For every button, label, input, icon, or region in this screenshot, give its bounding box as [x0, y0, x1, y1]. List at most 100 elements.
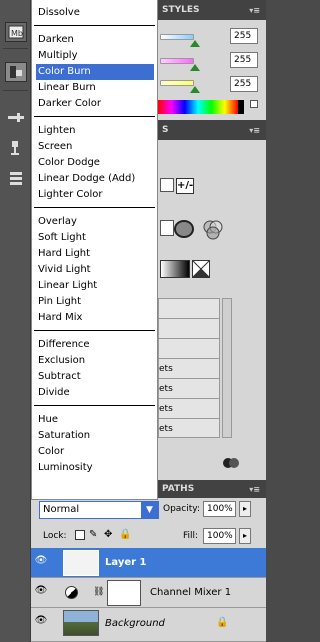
layer-name[interactable]: Layer 1: [105, 557, 146, 568]
styles-tab[interactable]: STYLES: [162, 5, 200, 15]
blend-mode-option[interactable]: Hard Light: [38, 246, 90, 262]
chevron-down-icon[interactable]: ▼: [141, 502, 158, 518]
blend-mode-separator: [34, 25, 155, 26]
blend-mode-option[interactable]: Exclusion: [38, 353, 85, 369]
clip-icon[interactable]: [222, 456, 242, 470]
blend-mode-option[interactable]: Screen: [38, 139, 72, 155]
mini-bridge-icon[interactable]: Mb: [5, 22, 27, 42]
layer-name[interactable]: Channel Mixer 1: [150, 587, 231, 598]
blend-mode-option[interactable]: Linear Burn: [38, 80, 96, 96]
lock-pixels-icon[interactable]: ✎: [89, 529, 97, 540]
color-spectrum[interactable]: [158, 100, 238, 114]
blend-mode-option[interactable]: Dissolve: [38, 5, 80, 21]
opacity-field[interactable]: 100%: [203, 501, 236, 517]
styles-panel-header: STYLES ▾≡: [158, 0, 266, 20]
paths-tab[interactable]: PATHS: [162, 484, 194, 494]
layers-options: Normal ▼ Opacity: 100% ▸ Lock: ✎ ✥ 🔒 Fil…: [31, 498, 266, 548]
slider-thumb[interactable]: [190, 64, 200, 71]
panel-menu-icon[interactable]: ▾≡: [249, 6, 260, 15]
color-slider-b[interactable]: [160, 80, 194, 86]
blend-mode-option[interactable]: Pin Light: [38, 294, 81, 310]
eye-icon[interactable]: 👁: [33, 555, 49, 569]
blend-mode-separator: [34, 330, 155, 331]
adjustments-tab[interactable]: S: [162, 125, 168, 135]
blend-mode-option[interactable]: Hue: [38, 412, 58, 428]
blend-mode-option[interactable]: Overlay: [38, 214, 77, 230]
preset-row[interactable]: [159, 299, 219, 319]
blend-mode-option[interactable]: Soft Light: [38, 230, 86, 246]
blend-mode-option[interactable]: Color: [38, 444, 64, 460]
link-icon[interactable]: ⛓: [93, 587, 104, 597]
blend-mode-option[interactable]: Color Dodge: [38, 155, 100, 171]
preset-row[interactable]: [159, 319, 219, 339]
blend-mode-option[interactable]: Lighten: [38, 123, 75, 139]
blend-mode-option[interactable]: Luminosity: [38, 460, 93, 476]
svg-text:Mb: Mb: [11, 29, 23, 38]
layer-mask-thumbnail[interactable]: [107, 580, 141, 606]
channel-mixer-icon[interactable]: [202, 220, 224, 240]
fill-arrow-icon[interactable]: ▸: [239, 528, 251, 544]
blend-mode-option[interactable]: Color Burn: [36, 64, 154, 80]
slider-thumb[interactable]: [190, 86, 200, 93]
curves-icon[interactable]: [160, 178, 174, 192]
color-slider-g[interactable]: [160, 58, 194, 64]
blend-mode-option[interactable]: Darker Color: [38, 96, 101, 112]
color-value-b[interactable]: 255: [230, 76, 258, 92]
white-swatch[interactable]: [250, 100, 258, 108]
blend-mode-option[interactable]: Divide: [38, 385, 70, 401]
preset-row[interactable]: ets: [159, 379, 219, 399]
layer-row-channel-mixer[interactable]: 👁 ⛓ Channel Mixer 1: [31, 578, 266, 608]
fill-field[interactable]: 100%: [203, 528, 236, 544]
black-swatch[interactable]: [238, 100, 244, 114]
eye-icon[interactable]: 👁: [33, 615, 49, 629]
preset-row[interactable]: ets: [159, 359, 219, 379]
blend-mode-option[interactable]: Linear Dodge (Add): [38, 171, 135, 187]
eye-icon[interactable]: 👁: [33, 585, 49, 599]
color-value-g[interactable]: 255: [230, 52, 258, 68]
blend-mode-option[interactable]: Hard Mix: [38, 310, 82, 326]
lock-position-icon[interactable]: ✥: [104, 529, 112, 540]
lock-all-icon[interactable]: 🔒: [119, 529, 131, 540]
preset-row[interactable]: ets: [159, 419, 219, 439]
adjustment-layer-icon: [65, 586, 78, 599]
blend-mode-option[interactable]: Lighter Color: [38, 187, 103, 203]
presets-scrollbar[interactable]: [222, 298, 232, 438]
opacity-arrow-icon[interactable]: ▸: [239, 501, 251, 517]
preset-row[interactable]: [159, 339, 219, 359]
adjustments-panel: +/- ets ets ets ets: [158, 140, 266, 480]
blend-mode-option[interactable]: Subtract: [38, 369, 81, 385]
gradient-map-icon[interactable]: [160, 260, 190, 278]
blend-mode-separator: [34, 207, 155, 208]
layer-row-layer1[interactable]: 👁 Layer 1: [31, 548, 266, 578]
blend-mode-option[interactable]: Darken: [38, 32, 74, 48]
clone-source-icon[interactable]: [5, 138, 27, 158]
exposure-icon[interactable]: +/-: [176, 178, 194, 194]
layer-name[interactable]: Background: [105, 618, 165, 629]
photo-filter-icon[interactable]: [174, 220, 194, 238]
slider-thumb[interactable]: [190, 40, 200, 47]
history-icon[interactable]: [5, 62, 27, 82]
blend-mode-separator: [34, 405, 155, 406]
preset-row[interactable]: ets: [159, 399, 219, 419]
blend-mode-option[interactable]: Difference: [38, 337, 90, 353]
color-value-r[interactable]: 255: [230, 28, 258, 44]
presets-list: ets ets ets ets: [158, 298, 220, 438]
fill-label: Fill:: [183, 531, 199, 541]
levels-icon[interactable]: [160, 220, 174, 236]
panel-menu-icon[interactable]: ▾≡: [249, 126, 260, 135]
lock-transparency-icon[interactable]: [75, 530, 85, 540]
tool-strip: Mb: [0, 0, 31, 642]
invert-icon[interactable]: [192, 260, 210, 278]
layer-row-background[interactable]: 👁 Background 🔒: [31, 608, 266, 642]
blend-mode-option[interactable]: Multiply: [38, 48, 78, 64]
layer-comps-icon[interactable]: [5, 168, 27, 188]
blend-mode-option[interactable]: Linear Light: [38, 278, 97, 294]
blend-mode-option[interactable]: Vivid Light: [38, 262, 91, 278]
adjustment-brush-icon[interactable]: [5, 108, 27, 128]
blend-mode-option[interactable]: Saturation: [38, 428, 90, 444]
blend-mode-dropdown: Dissolve Darken Multiply Color Burn Linear B…: [31, 0, 158, 500]
layers-panel-header: PATHS ▾≡: [158, 480, 266, 498]
adjustments-panel-header: S ▾≡: [158, 120, 266, 140]
color-slider-r[interactable]: [160, 34, 194, 40]
panel-menu-icon[interactable]: ▾≡: [249, 485, 260, 494]
